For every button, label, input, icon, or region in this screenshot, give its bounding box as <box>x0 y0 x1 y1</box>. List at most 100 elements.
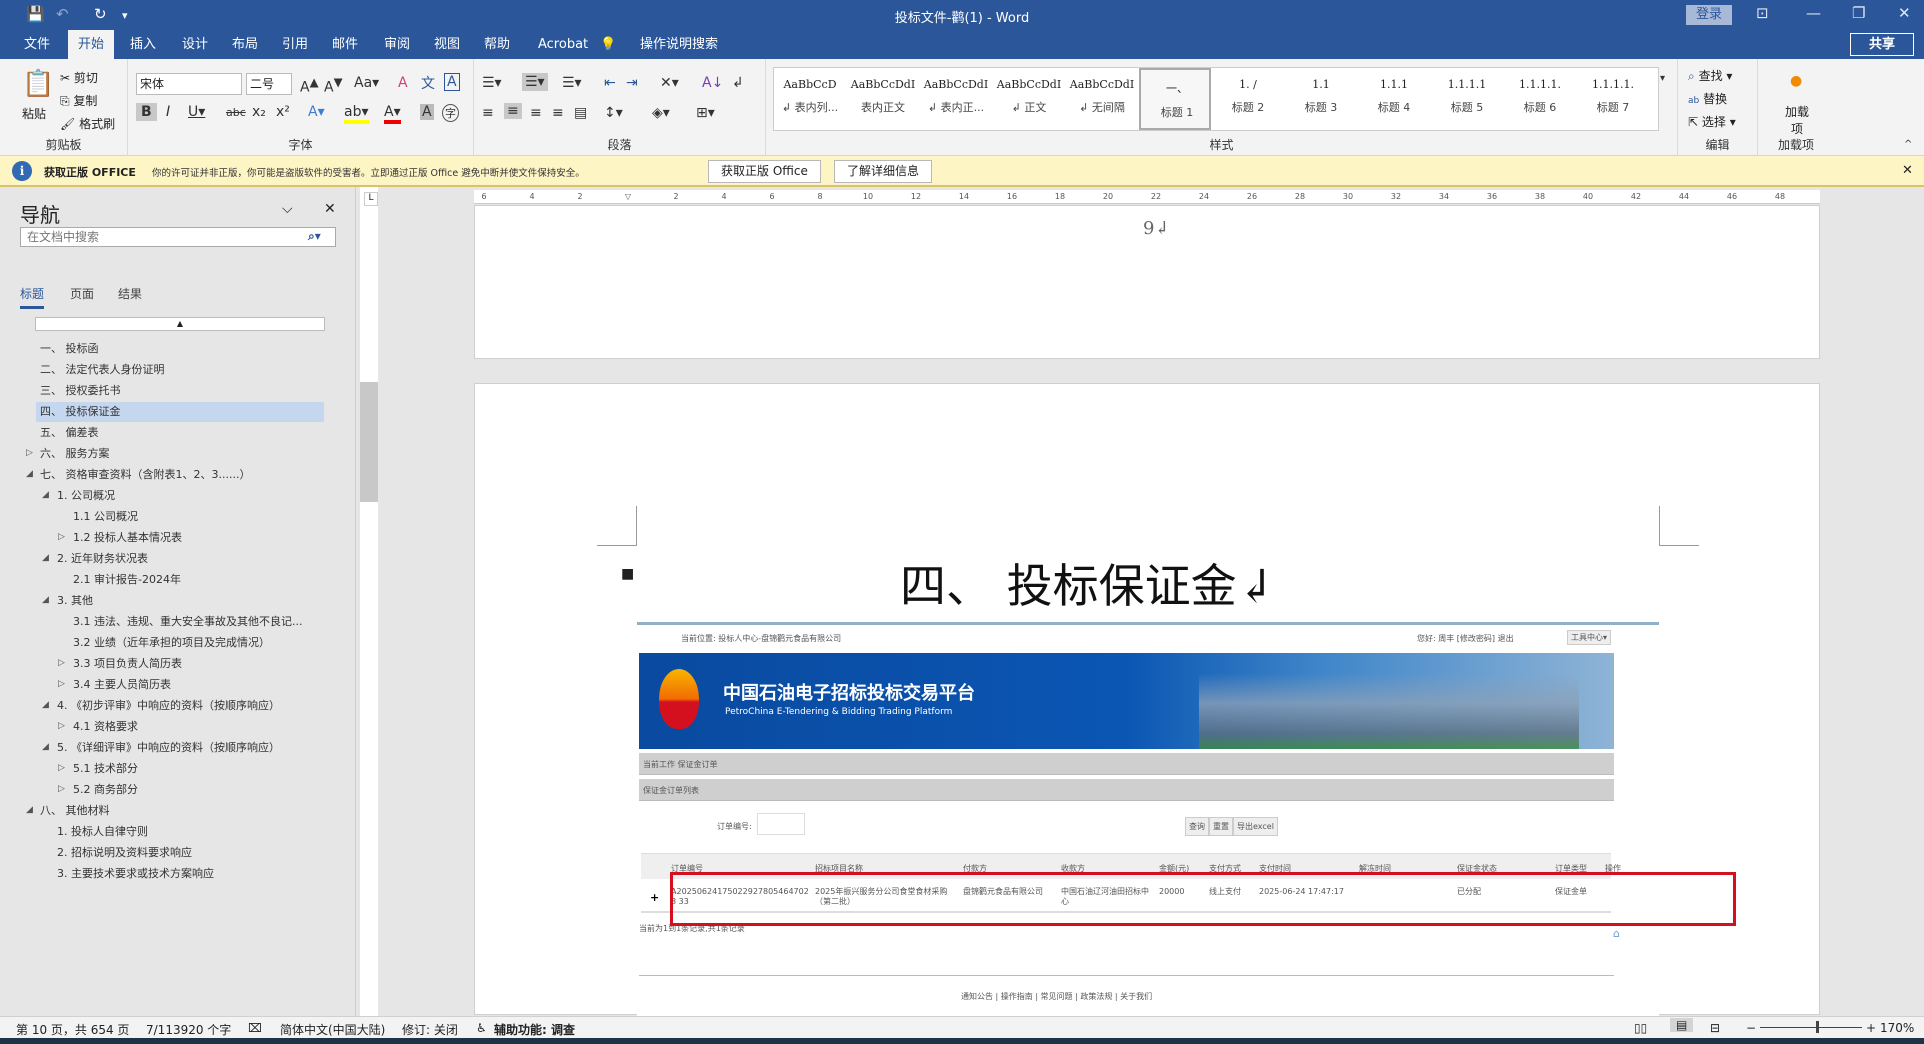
style-8[interactable]: 1.1 标题 3 <box>1285 68 1357 130</box>
character-shading-icon[interactable]: A <box>420 104 434 120</box>
change-case-icon[interactable]: Aa▾ <box>354 75 379 91</box>
style-4[interactable]: AaBbCcDdI ↲ 正文 <box>993 68 1065 130</box>
cut-button[interactable]: ✂ 剪切 <box>60 69 98 86</box>
track-changes[interactable]: 修订: 关闭 <box>402 1021 458 1038</box>
style-11[interactable]: 1.1.1.1. 标题 6 <box>1504 68 1576 130</box>
align-right-icon[interactable]: ≡ <box>530 105 542 121</box>
multilevel-list-icon[interactable]: ☰▾ <box>562 75 582 91</box>
accessibility-icon[interactable]: ♿ <box>476 1021 487 1035</box>
expand-icon[interactable]: ▷ <box>26 448 33 458</box>
line-spacing-icon[interactable]: ↕▾ <box>604 105 623 121</box>
numbering-icon[interactable]: ☰▾ <box>522 73 548 91</box>
tab-home[interactable]: 开始 <box>68 30 114 59</box>
style-5[interactable]: AaBbCcDdI ↲ 无间隔 <box>1066 68 1138 130</box>
nav-heading-item[interactable]: 1.2 投标人基本情况表 <box>73 528 182 548</box>
minimize-icon[interactable]: — <box>1806 4 1821 22</box>
font-name-select[interactable]: 宋体 <box>136 73 242 95</box>
redo-icon[interactable]: ↻ <box>94 5 107 23</box>
highlight-icon[interactable]: ab▾ <box>344 104 369 124</box>
subscript-icon[interactable]: x₂ <box>252 104 266 120</box>
zoom-out-button[interactable]: − <box>1746 1021 1756 1035</box>
nav-heading-item[interactable]: 2.1 审计报告-2024年 <box>73 570 181 590</box>
proofing-icon[interactable]: ⌧ <box>248 1021 262 1035</box>
expand-icon[interactable]: ▷ <box>58 784 65 794</box>
style-1[interactable]: AaBbCcD ↲ 表内列... <box>774 68 846 130</box>
addins-button[interactable]: 加载项 <box>1780 103 1814 137</box>
share-button[interactable]: 共享 <box>1850 33 1914 56</box>
style-6[interactable]: 一、 标题 1 <box>1139 68 1211 130</box>
expand-icon[interactable]: ▷ <box>58 532 65 542</box>
section-heading[interactable]: 四、 投标保证金↲ <box>900 550 1460 616</box>
ribbon-display-icon[interactable]: ⊡ <box>1756 4 1769 22</box>
expand-icon[interactable]: ▷ <box>58 763 65 773</box>
scroll-up-button[interactable]: ▲ <box>35 317 325 331</box>
style-9[interactable]: 1.1.1 标题 4 <box>1358 68 1430 130</box>
paste-button[interactable]: 粘贴 <box>22 105 46 122</box>
expand-icon[interactable]: ▷ <box>58 721 65 731</box>
nav-search-input[interactable]: 在文档中搜索 <box>20 227 336 247</box>
paste-icon[interactable]: 📋 <box>22 69 54 99</box>
nav-heading-item[interactable]: 3.1 违法、违规、重大安全事故及其他不良记... <box>73 612 302 632</box>
nav-heading-item[interactable]: 1. 投标人自律守则 <box>57 822 148 842</box>
style-2[interactable]: AaBbCcDdI 表内正文 <box>847 68 919 130</box>
collapse-icon[interactable]: ◢ <box>42 553 49 563</box>
nav-heading-item[interactable]: 八、 其他材料 <box>40 801 110 821</box>
zoom-slider[interactable] <box>1760 1021 1862 1033</box>
chinese-layout-icon[interactable]: ✕▾ <box>660 75 679 91</box>
get-genuine-office-button[interactable]: 获取正版 Office <box>708 160 821 183</box>
collapse-icon[interactable]: ◢ <box>42 742 49 752</box>
nav-heading-item[interactable]: 1. 公司概况 <box>57 486 115 506</box>
nav-heading-item[interactable]: 5.1 技术部分 <box>73 759 138 779</box>
tab-references[interactable]: 引用 <box>272 30 318 59</box>
language[interactable]: 简体中文(中国大陆) <box>280 1021 385 1038</box>
styles-more-icon[interactable]: ▾ <box>1660 73 1665 84</box>
zoom-slider-thumb[interactable] <box>1816 1021 1819 1033</box>
addin-icon[interactable]: ● <box>1790 73 1802 89</box>
close-icon[interactable]: ✕ <box>1898 4 1911 22</box>
bullets-icon[interactable]: ☰▾ <box>482 75 502 91</box>
strikethrough-icon[interactable]: abc <box>226 106 246 119</box>
nav-heading-item[interactable]: 3. 其他 <box>57 591 93 611</box>
nav-heading-item[interactable]: 3. 主要技术要求或技术方案响应 <box>57 864 214 884</box>
tab-insert[interactable]: 插入 <box>120 30 166 59</box>
undo-icon[interactable]: ↶ <box>56 5 69 23</box>
copy-button[interactable]: ⎘ 复制 <box>60 92 97 109</box>
nav-tab-pages[interactable]: 页面 <box>70 285 94 302</box>
show-marks-icon[interactable]: ↲ <box>732 75 744 91</box>
text-effects-icon[interactable]: A▾ <box>308 104 325 120</box>
align-left-icon[interactable]: ≡ <box>482 105 494 121</box>
horizontal-ruler[interactable]: 6 4 2 ▽ 2 4 6 8 10 12 14 16 18 20 22 24 26 28 30 32 34 36 38 40… <box>474 190 1820 204</box>
character-border-icon[interactable]: A <box>444 73 460 91</box>
nav-heading-item[interactable]: 四、 投标保证金 <box>36 402 324 422</box>
learn-more-button[interactable]: 了解详细信息 <box>834 160 933 183</box>
login-button[interactable]: 登录 <box>1686 5 1732 25</box>
vertical-scrollbar[interactable] <box>1908 187 1924 1016</box>
phonetic-guide-icon[interactable]: 文 <box>421 73 435 93</box>
tab-selector[interactable]: L <box>364 192 378 206</box>
distributed-icon[interactable]: ▤ <box>574 105 587 121</box>
search-icon[interactable]: ⌕▾ <box>308 229 321 244</box>
style-12[interactable]: 1.1.1.1. 标题 7 <box>1577 68 1649 130</box>
tab-design[interactable]: 设计 <box>172 30 218 59</box>
tab-layout[interactable]: 布局 <box>222 30 268 59</box>
print-layout-icon[interactable]: ▤ <box>1670 1018 1694 1032</box>
nav-heading-item[interactable]: 5. 《详细评审》中响应的资料（按顺序响应） <box>57 738 280 758</box>
borders-icon[interactable]: ⊞▾ <box>696 105 715 121</box>
nav-heading-item[interactable]: 2. 招标说明及资料要求响应 <box>57 843 192 863</box>
nav-heading-item[interactable]: 五、 偏差表 <box>40 423 99 443</box>
superscript-icon[interactable]: x² <box>276 104 290 120</box>
nav-heading-item[interactable]: 3.3 项目负责人简历表 <box>73 654 182 674</box>
collapse-icon[interactable]: ◢ <box>26 469 33 479</box>
nav-tab-results[interactable]: 结果 <box>118 285 142 302</box>
nav-heading-item[interactable]: 一、 投标函 <box>40 339 99 359</box>
nav-heading-item[interactable]: 1.1 公司概况 <box>73 507 138 527</box>
collapse-icon[interactable]: ◢ <box>42 595 49 605</box>
nav-heading-item[interactable]: 4.1 资格要求 <box>73 717 138 737</box>
nav-heading-item[interactable]: 三、 授权委托书 <box>40 381 121 401</box>
nav-tab-headings[interactable]: 标题 <box>20 285 45 309</box>
nav-heading-item[interactable]: 六、 服务方案 <box>40 444 110 464</box>
bold-icon[interactable]: B <box>136 103 157 121</box>
tab-file[interactable]: 文件 <box>14 30 60 59</box>
word-count[interactable]: 7/113920 个字 <box>146 1021 231 1038</box>
collapse-icon[interactable]: ◢ <box>42 490 49 500</box>
